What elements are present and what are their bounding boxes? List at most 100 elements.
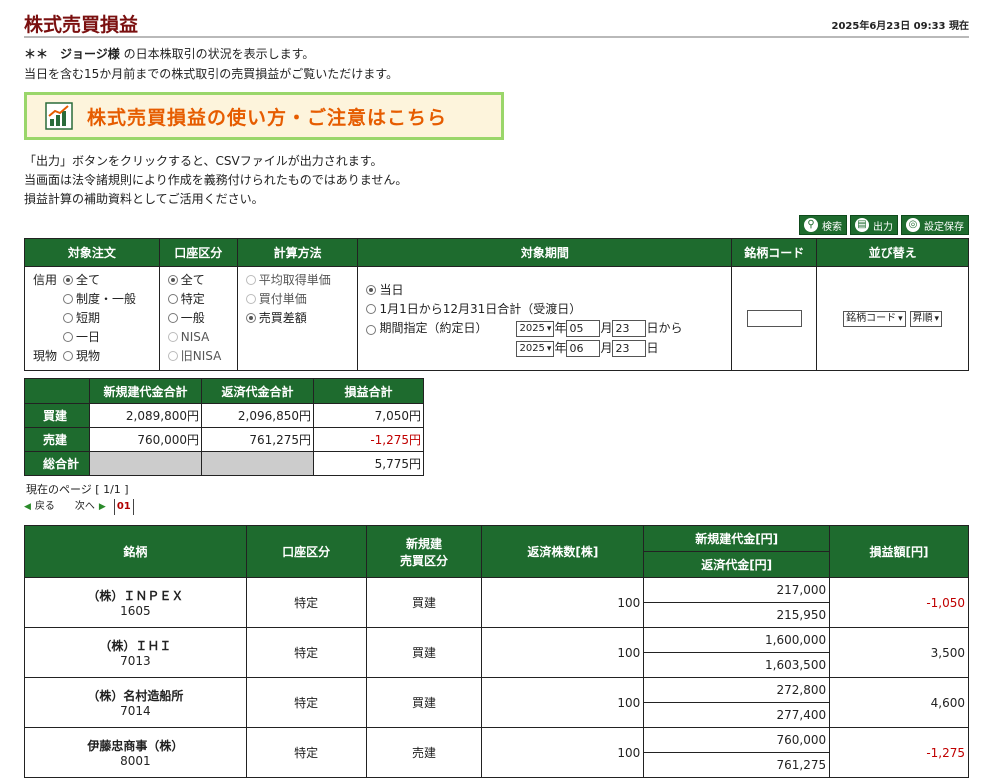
radio[interactable] (366, 285, 377, 295)
search-button[interactable]: ⚲ 検索 (799, 215, 847, 235)
order-option-day[interactable]: 一日 (33, 328, 155, 347)
order-option-short[interactable]: 短期 (33, 309, 155, 328)
calc-option-diff[interactable]: 売買差額 (245, 309, 354, 328)
from-month-input[interactable]: 05 (566, 320, 601, 337)
radio[interactable] (167, 294, 178, 304)
save-settings-button[interactable]: ◎ 設定保存 (901, 215, 969, 235)
type-cell: 買建 (365, 577, 483, 628)
account-option-all[interactable]: 全て (167, 271, 233, 290)
trades-table: 銘柄 口座区分 新規建 売買区分 返済株数[株] 新規建代金[円] 損益額[円] … (24, 525, 969, 778)
summary-repay: 2,096,850円 (201, 403, 314, 428)
period-option-range[interactable]: 期間指定（約定日） 2025年 05月 23日から (366, 319, 727, 338)
next-link[interactable]: 次へ (75, 499, 95, 515)
toolbar: ⚲ 検索 ▤ 出力 ◎ 設定保存 (24, 215, 969, 235)
account-all-label: 全て (180, 273, 205, 287)
from-day-input[interactable]: 23 (612, 320, 647, 337)
summary-corner (24, 378, 90, 404)
stock-cell[interactable]: （株）ＩＨＩ 7013 (24, 627, 247, 678)
to-year-select[interactable]: 2025 (516, 340, 555, 357)
unit: 日から (646, 321, 683, 335)
radio[interactable] (63, 313, 73, 323)
page-number[interactable]: 01 (113, 499, 134, 515)
radio[interactable] (167, 313, 178, 323)
usage-notes-banner[interactable]: 株式売買損益の使い方・ご注意はこちら (24, 92, 504, 140)
order-option-spot[interactable]: 現物 現物 (33, 347, 155, 366)
intro-line-1-rest: の日本株取引の状況を表示します。 (119, 47, 315, 61)
order-option-system[interactable]: 制度・一般 (33, 290, 155, 309)
type-cell: 売建 (365, 727, 483, 778)
sort-cell: 銘柄コード 昇順 (816, 266, 969, 371)
period-option-today[interactable]: 当日 (366, 281, 727, 300)
period-option-year[interactable]: 1月1日から12月31日合計（受渡日） (366, 300, 727, 319)
table-row: 伊藤忠商事（株） 8001 特定 売建 100 760,000 -1,275 (24, 727, 969, 778)
intro: ＊＊ ジョージ様 の日本株取引の状況を表示します。 当日を含む15か月前までの株… (24, 44, 969, 84)
account-cell: 特定 (245, 627, 367, 678)
radio[interactable] (63, 351, 73, 361)
spot-label: 現物 (33, 349, 58, 363)
from-year-select[interactable]: 2025 (516, 320, 555, 337)
settings-icon: ◎ (906, 218, 920, 232)
unit: 月 (600, 321, 613, 335)
radio[interactable] (63, 275, 73, 285)
order-system-label: 制度・一般 (76, 292, 137, 306)
pl-cell: 4,600 (829, 677, 969, 728)
stock-code: 7013 (120, 654, 151, 668)
timestamp: 2025年6月23日 09:33 現在 (831, 21, 970, 32)
user-name: ジョージ様 (60, 47, 120, 61)
col-type-line1: 新規建 (406, 536, 443, 551)
page: 株式売買損益 2025年6月23日 09:33 現在 ＊＊ ジョージ様 の日本株… (24, 0, 969, 778)
stock-cell[interactable]: 伊藤忠商事（株） 8001 (24, 727, 247, 778)
chart-icon (45, 102, 73, 130)
sort-field-select[interactable]: 銘柄コード (843, 310, 906, 327)
summary-repay: 761,275円 (201, 427, 314, 452)
note-legal: 当画面は法令諸規則により作成を義務付けられたものではありません。 (24, 173, 408, 187)
qty-cell: 100 (481, 727, 645, 778)
order-option-all[interactable]: 信用 全て (33, 271, 155, 290)
stock-name: （株）名村造船所 (87, 689, 184, 703)
repay-amount-cell: 1,603,500 (643, 652, 831, 678)
account-option-tokutei[interactable]: 特定 (167, 290, 233, 309)
summary-blank (201, 451, 314, 476)
table-row: （株）ＩＮＰＥＸ 1605 特定 買建 100 217,000 -1,050 (24, 577, 969, 628)
radio[interactable] (63, 294, 73, 304)
pl-cell: -1,275 (829, 727, 969, 778)
unit: 年 (554, 341, 567, 355)
page-header: 株式売買損益 2025年6月23日 09:33 現在 (24, 0, 969, 38)
pager: 現在のページ [ 1/1 ] ◀ 戻る 次へ ▶ 01 (24, 482, 969, 515)
to-day-input[interactable]: 23 (612, 340, 647, 357)
summary-row-sell: 売建 760,000円 761,275円 -1,275円 (24, 427, 424, 452)
radio[interactable] (167, 275, 178, 285)
summary-row-buy: 買建 2,089,800円 2,096,850円 7,050円 (24, 403, 424, 428)
account-cell: 特定 (245, 727, 367, 778)
radio[interactable] (366, 324, 377, 335)
note-usage: 損益計算の補助資料としてご活用ください。 (24, 192, 264, 206)
order-day-label: 一日 (76, 330, 101, 344)
new-amount-cell: 217,000 (643, 577, 831, 603)
radio[interactable] (245, 313, 256, 323)
stock-name: （株）ＩＨＩ (99, 639, 172, 653)
period-today-label: 当日 (379, 283, 404, 297)
account-option-ippan[interactable]: 一般 (167, 309, 233, 328)
output-button[interactable]: ▤ 出力 (850, 215, 898, 235)
radio[interactable] (63, 332, 73, 342)
stock-code-input[interactable] (746, 310, 802, 327)
stock-cell[interactable]: （株）名村造船所 7014 (24, 677, 247, 728)
radio[interactable] (366, 304, 377, 314)
account-tokutei-label: 特定 (180, 292, 205, 306)
intro-prefix: ＊＊ (24, 47, 61, 61)
stock-cell[interactable]: （株）ＩＮＰＥＸ 1605 (24, 577, 247, 628)
radio (245, 294, 256, 304)
sort-order-select[interactable]: 昇順 (909, 310, 943, 327)
summary-pl-negative: -1,275円 (370, 433, 421, 447)
to-month-input[interactable]: 06 (566, 340, 601, 357)
radio (167, 351, 178, 361)
pl-negative: -1,050 (926, 595, 965, 610)
order-spot-label: 現物 (76, 349, 101, 363)
order-all-label: 全て (76, 273, 101, 287)
pl-negative: -1,275 (926, 745, 965, 760)
search-button-label: 検索 (822, 221, 842, 233)
note-csv: 「出力」ボタンをクリックすると、CSVファイルが出力されます。 (24, 154, 383, 168)
prev-link[interactable]: 戻る (35, 499, 55, 515)
intro-line-2: 当日を含む15か月前までの株式取引の売買損益がご覧いただけます。 (24, 67, 399, 81)
account-option-nisa: NISA (167, 328, 233, 347)
